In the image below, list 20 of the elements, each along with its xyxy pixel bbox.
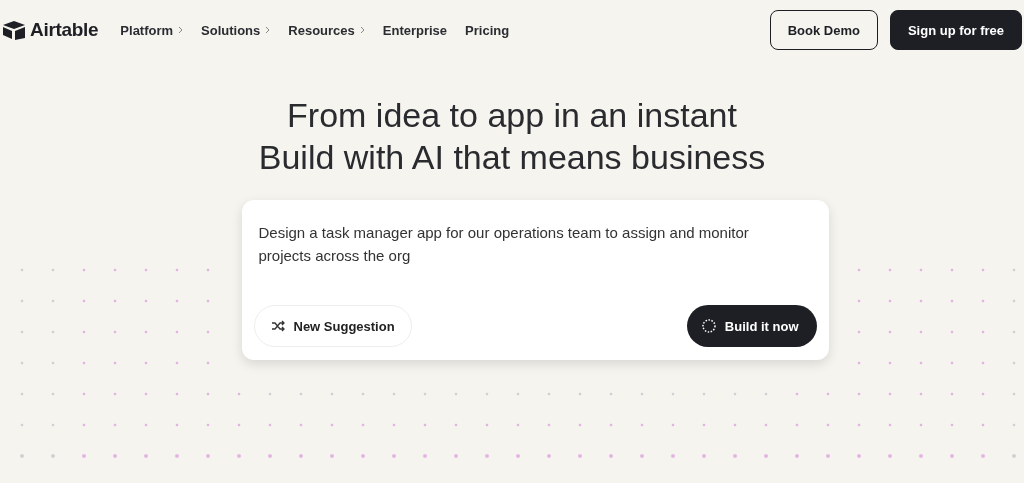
chevron-icon [178, 26, 184, 34]
prompt-card[interactable]: Design a task manager app for our operations team to assign and monitor projects across the org New Suggestion Build it now [241, 200, 829, 360]
prompt-text[interactable]: Design a task manager app for our operations team to assign and monitor projects across the org [258, 221, 812, 267]
new-suggestion-button[interactable]: New Suggestion [253, 305, 412, 347]
chevron-icon [265, 26, 271, 34]
build-button[interactable]: Build it now [686, 305, 817, 347]
sign-up-button[interactable]: Sign up for free [889, 10, 1022, 50]
hero-title: From idea to app in an instant [287, 96, 737, 134]
logo-text[interactable]: Airtable [30, 19, 99, 41]
book-demo-button[interactable]: Book Demo [769, 10, 878, 50]
logo-icon [2, 20, 26, 40]
nav-link[interactable]: Resources [288, 22, 365, 38]
chevron-icon [359, 26, 365, 34]
spinner-icon [700, 318, 717, 334]
shuffle-icon [270, 320, 285, 332]
nav-link[interactable]: Pricing [465, 22, 510, 38]
nav-link[interactable]: Enterprise [382, 22, 448, 38]
nav-link[interactable]: Platform [120, 22, 184, 38]
hero-title: Build with AI that means business [258, 138, 766, 176]
nav-link[interactable]: Solutions [201, 22, 271, 38]
